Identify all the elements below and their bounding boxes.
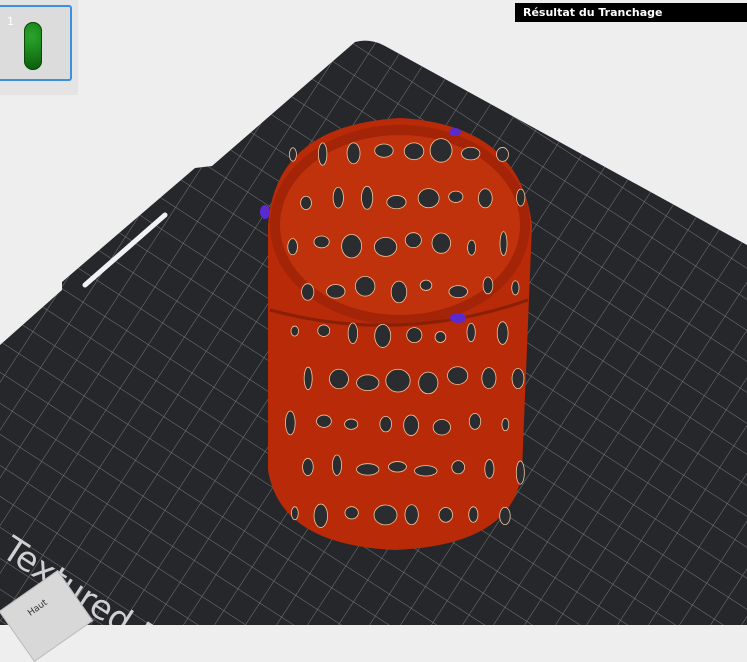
lattice-hole bbox=[356, 463, 380, 476]
lattice-hole bbox=[403, 142, 425, 161]
lattice-hole bbox=[417, 188, 440, 209]
lattice-hole bbox=[484, 459, 495, 479]
lattice-hole bbox=[313, 503, 328, 528]
lattice-hole bbox=[386, 195, 407, 210]
lattice-hole bbox=[373, 237, 398, 257]
lattice-hole bbox=[501, 418, 510, 432]
lattice-hole bbox=[373, 504, 398, 526]
lattice-hole bbox=[481, 367, 497, 390]
lattice-hole bbox=[419, 279, 433, 291]
lattice-hole bbox=[511, 368, 525, 390]
lattice-hole bbox=[385, 368, 411, 393]
lattice-hole bbox=[515, 460, 525, 485]
lattice-hole bbox=[468, 413, 482, 430]
lattice-hole bbox=[496, 147, 509, 162]
lattice-hole bbox=[468, 506, 479, 523]
lattice-hole bbox=[344, 418, 359, 430]
lattice-hole bbox=[361, 185, 374, 210]
lattice-hole bbox=[347, 322, 359, 345]
lattice-hole bbox=[341, 233, 363, 259]
lattice-hole bbox=[432, 419, 451, 436]
lattice-hole bbox=[290, 325, 299, 337]
lattice-hole bbox=[434, 331, 447, 343]
lattice-hole bbox=[511, 280, 520, 296]
lattice-hole bbox=[346, 142, 361, 165]
lattice-hole bbox=[326, 284, 346, 299]
lattice-hole bbox=[461, 146, 481, 161]
sliced-model[interactable] bbox=[260, 118, 532, 550]
lattice-hole bbox=[331, 454, 342, 476]
lattice-hole bbox=[301, 283, 315, 301]
lattice-hole bbox=[499, 231, 508, 256]
lattice-hole bbox=[317, 142, 328, 166]
lattice-hole bbox=[414, 465, 438, 477]
lattice-hole bbox=[403, 414, 419, 436]
lattice-hole bbox=[374, 323, 392, 348]
lattice-hole bbox=[388, 461, 407, 473]
view-cube-top-face[interactable]: Haut bbox=[26, 598, 49, 619]
lattice-hole bbox=[332, 186, 344, 209]
lattice-hole bbox=[448, 285, 468, 299]
lattice-hole bbox=[431, 232, 451, 254]
model-thumbnail-icon bbox=[24, 22, 42, 70]
lattice-hole bbox=[285, 410, 296, 436]
lattice-hole bbox=[438, 507, 454, 523]
lattice-hole bbox=[289, 147, 297, 162]
lattice-hole bbox=[356, 374, 380, 392]
lattice-hole bbox=[418, 371, 439, 395]
lattice-hole bbox=[303, 366, 313, 391]
lattice-hole bbox=[379, 415, 393, 433]
lattice-hole bbox=[404, 232, 422, 249]
lattice-hole bbox=[499, 506, 511, 526]
lattice-hole bbox=[287, 238, 298, 256]
lattice-hole bbox=[300, 195, 312, 210]
lattice-hole bbox=[447, 366, 469, 385]
lattice-hole bbox=[302, 458, 314, 476]
lattice-hole bbox=[448, 190, 464, 203]
lattice-hole bbox=[516, 188, 526, 207]
lattice-hole bbox=[496, 321, 509, 345]
lattice-hole bbox=[354, 275, 376, 297]
lattice-hole bbox=[404, 504, 419, 526]
lattice-hole bbox=[477, 188, 493, 209]
lattice-hole bbox=[467, 239, 477, 256]
lattice-hole bbox=[329, 368, 349, 390]
lattice-hole bbox=[451, 460, 466, 475]
lattice-hole bbox=[313, 235, 330, 249]
lattice-hole bbox=[290, 506, 299, 521]
lattice-hole bbox=[466, 322, 476, 343]
lattice-hole bbox=[374, 143, 394, 158]
plate-number: 1 bbox=[7, 15, 14, 28]
slice-result-header[interactable]: Résultat du Tranchage bbox=[515, 3, 747, 22]
lattice-hole bbox=[317, 324, 331, 337]
lattice-hole bbox=[344, 506, 359, 520]
3d-viewport[interactable]: Textured PEI bbox=[0, 0, 747, 625]
lattice-hole bbox=[390, 280, 408, 304]
lattice-hole bbox=[316, 414, 332, 428]
plate-thumbnail[interactable]: 1 bbox=[0, 5, 72, 81]
lattice-hole bbox=[406, 327, 423, 344]
lattice-hole bbox=[482, 276, 494, 295]
lattice-hole bbox=[429, 138, 453, 163]
